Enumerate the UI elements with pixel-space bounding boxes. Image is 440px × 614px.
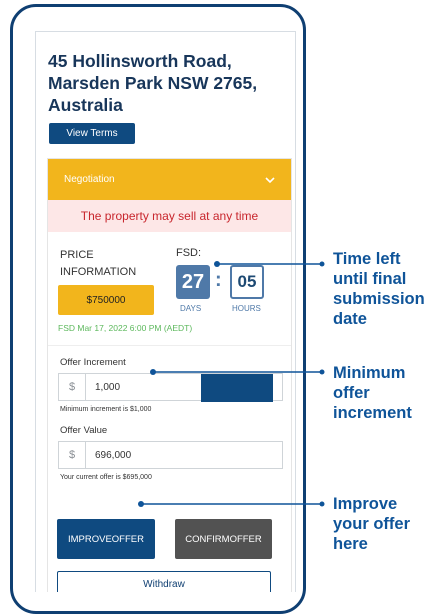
callout-time-left: Time left until final submission date <box>333 250 425 328</box>
callout-improve-offer: Improve your offer here <box>333 495 411 553</box>
callout-minimum-increment: Minimum offer increment <box>333 364 412 422</box>
